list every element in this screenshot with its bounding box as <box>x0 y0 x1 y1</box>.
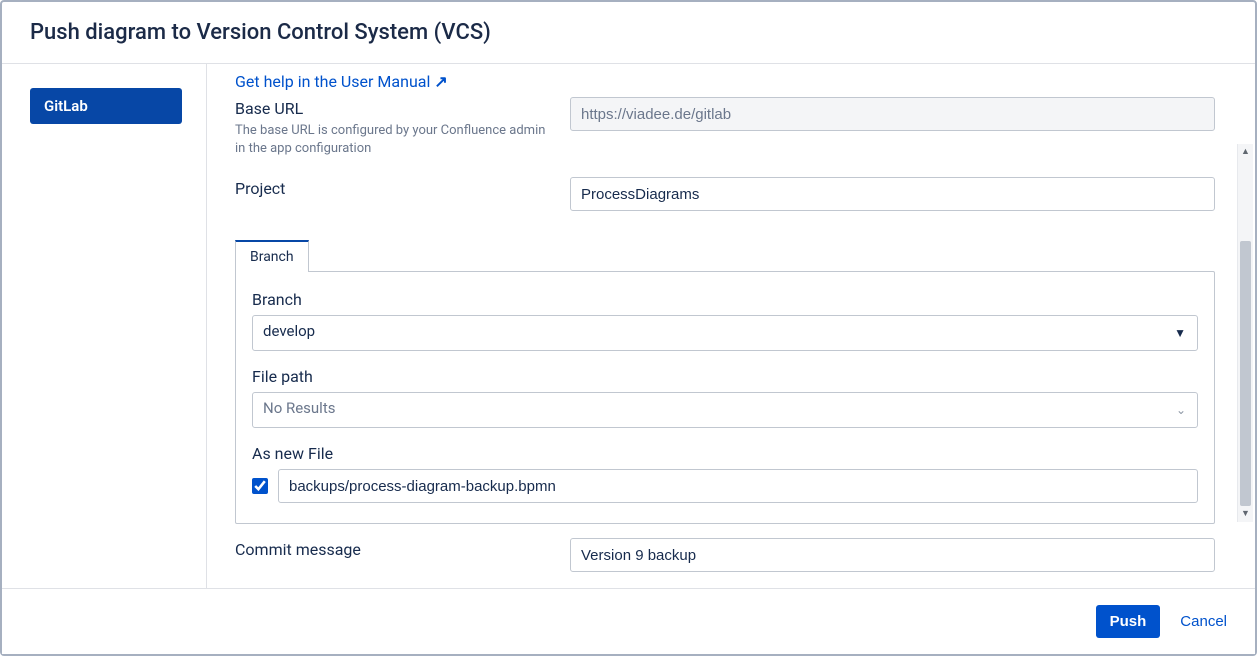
project-input[interactable] <box>570 177 1215 211</box>
tab-branch[interactable]: Branch <box>235 240 309 272</box>
project-row: Project <box>235 177 1215 211</box>
scrollbar[interactable]: ▲ ▼ <box>1237 144 1253 522</box>
dialog-footer: Push Cancel <box>2 588 1255 654</box>
base-url-input <box>570 97 1215 131</box>
dialog-header: Push diagram to Version Control System (… <box>2 2 1255 64</box>
main-form: Get help in the User Manual ↗ Base URL T… <box>207 64 1255 588</box>
project-label-col: Project <box>235 177 570 202</box>
base-url-control <box>570 97 1215 131</box>
scroll-thumb[interactable] <box>1240 241 1251 506</box>
branch-field: Branch develop ▼ <box>252 290 1198 351</box>
cancel-button[interactable]: Cancel <box>1180 613 1227 630</box>
push-button[interactable]: Push <box>1096 605 1161 638</box>
push-vcs-dialog: Push diagram to Version Control System (… <box>0 0 1257 656</box>
base-url-hint: The base URL is configured by your Confl… <box>235 122 554 157</box>
filepath-label: File path <box>252 367 1198 386</box>
tab-header: Branch <box>235 239 1215 271</box>
commit-label-col: Commit message <box>235 538 570 563</box>
commit-label: Commit message <box>235 540 554 559</box>
project-control <box>570 177 1215 211</box>
branch-select[interactable]: develop <box>252 315 1198 351</box>
branch-label: Branch <box>252 290 1198 309</box>
commit-row: Commit message <box>235 538 1215 572</box>
commit-input[interactable] <box>570 538 1215 572</box>
commit-control <box>570 538 1215 572</box>
vcs-sidebar: GitLab <box>2 64 207 588</box>
newfile-label: As new File <box>252 444 1198 463</box>
base-url-row: Base URL The base URL is configured by y… <box>235 97 1215 157</box>
sidebar-item-gitlab[interactable]: GitLab <box>30 88 182 124</box>
scroll-up-icon[interactable]: ▲ <box>1238 144 1253 160</box>
newfile-row <box>252 469 1198 503</box>
help-link-text: Get help in the User Manual <box>235 72 430 91</box>
newfile-input[interactable] <box>278 469 1198 503</box>
dialog-body: GitLab Get help in the User Manual ↗ Bas… <box>2 64 1255 588</box>
branch-select-wrap: develop ▼ <box>252 315 1198 351</box>
newfile-checkbox[interactable] <box>252 478 268 494</box>
tab-body-branch: Branch develop ▼ File path No Results ⌄ <box>235 271 1215 524</box>
external-link-icon: ↗ <box>434 72 447 91</box>
dialog-title: Push diagram to Version Control System (… <box>30 20 1231 45</box>
base-url-label: Base URL <box>235 99 554 118</box>
help-link[interactable]: Get help in the User Manual ↗ <box>235 72 448 91</box>
scroll-down-icon[interactable]: ▼ <box>1238 506 1253 522</box>
newfile-field: As new File <box>252 444 1198 503</box>
filepath-select[interactable]: No Results <box>252 392 1198 428</box>
project-label: Project <box>235 179 554 198</box>
base-url-label-col: Base URL The base URL is configured by y… <box>235 97 570 157</box>
filepath-select-wrap: No Results ⌄ <box>252 392 1198 428</box>
branch-tabs: Branch Branch develop ▼ File path No Res… <box>235 239 1215 524</box>
filepath-field: File path No Results ⌄ <box>252 367 1198 428</box>
